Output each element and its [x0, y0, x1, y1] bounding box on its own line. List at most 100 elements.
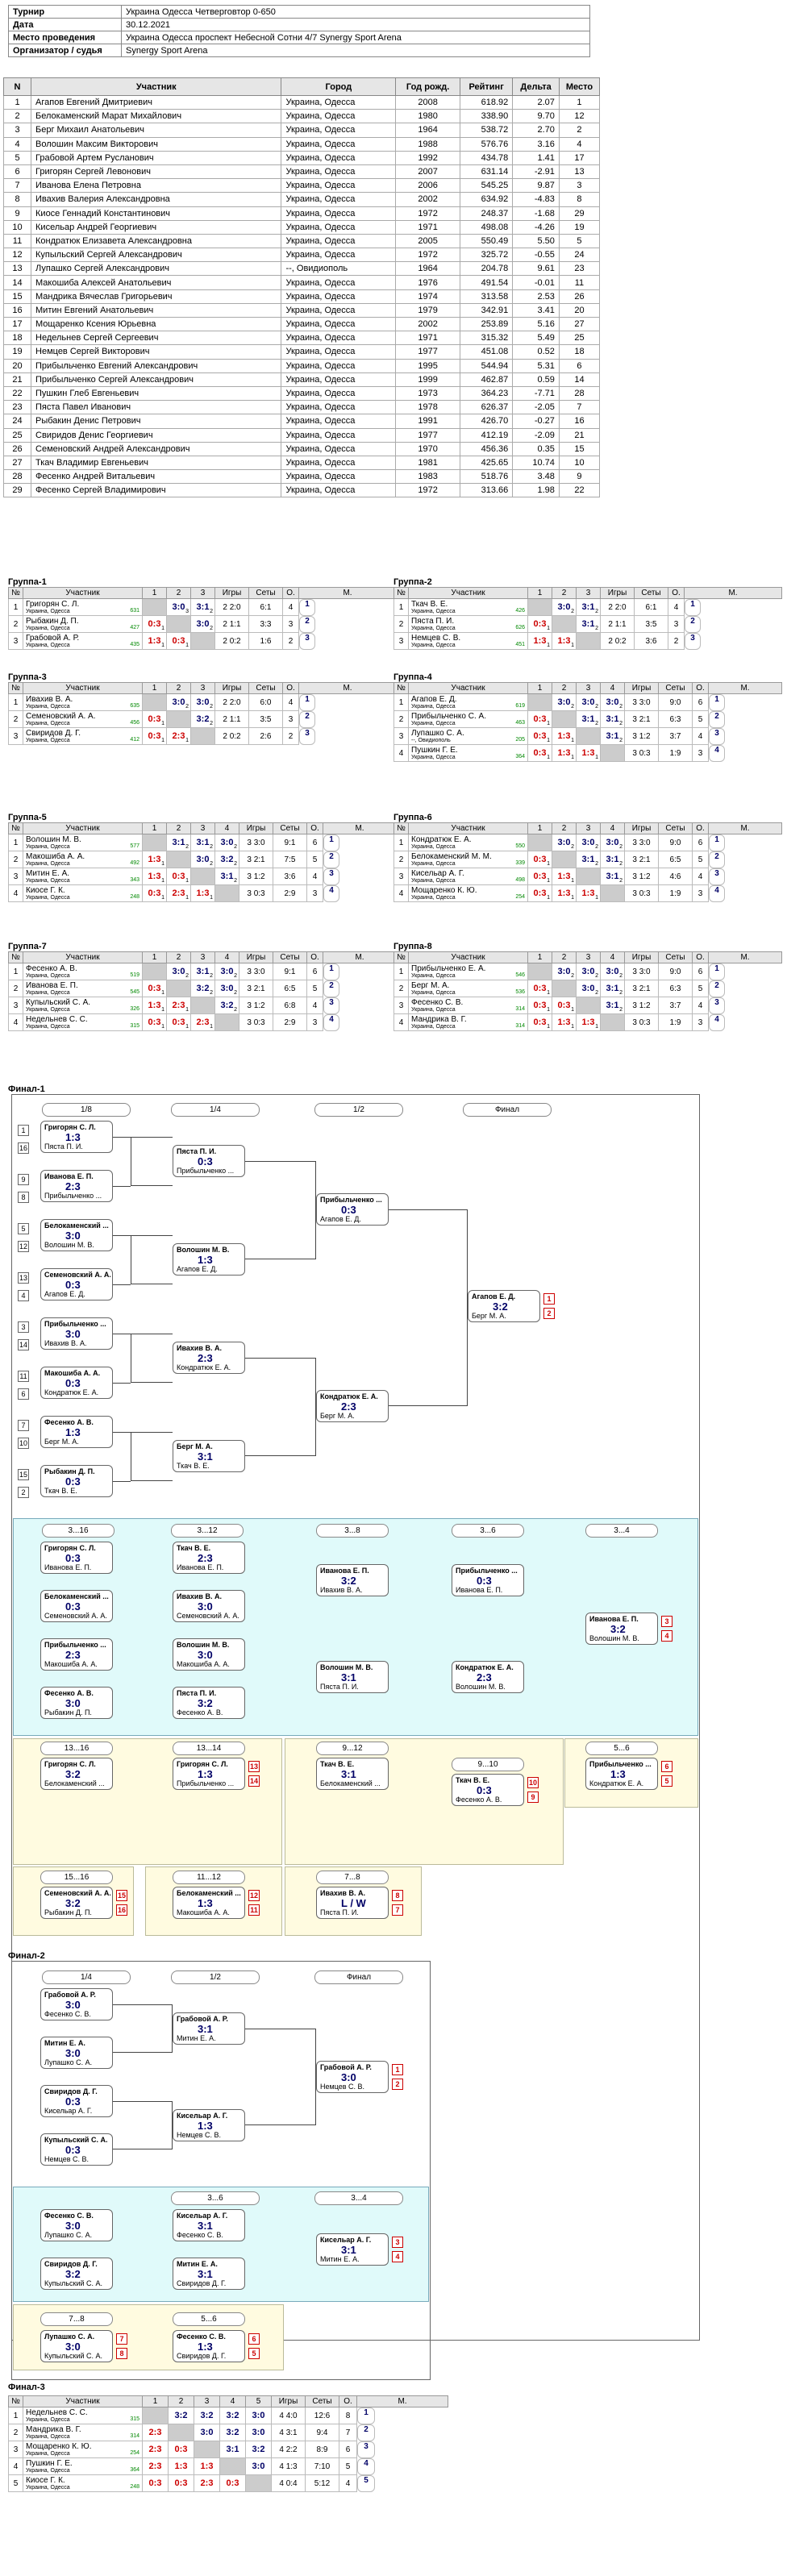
match-points: 2: [619, 861, 623, 867]
match-score: 1:3: [65, 1426, 81, 1438]
table-cell: -7.71: [512, 385, 560, 402]
player-name: Пяста П. И.: [411, 616, 455, 626]
player-name: Ивахив В. А.: [26, 694, 73, 704]
table-row: 20 Прибыльченко Евгений Александрович Укра…: [2, 358, 601, 373]
table-cell: 3.16: [512, 136, 560, 152]
final2-title: Финал-2: [8, 1951, 45, 1961]
score-value: 3:1: [581, 714, 595, 724]
player-name: Ткач В. Е.: [411, 599, 448, 609]
place-cell: 2: [709, 710, 725, 728]
table-row: 1 Агапов Евгений Дмитриевич Украина, Одесс…: [2, 94, 601, 110]
group-row: 3 Грабовой А. Р. Украина, Одесса 435 1:3 1 0:3…: [8, 632, 397, 650]
match-score: 1:3 1: [142, 632, 167, 650]
match-top-player: Митин Е. А.: [44, 2039, 85, 2047]
table-row: 9 Киосе Геннадий Константинович Украина, О…: [2, 206, 601, 221]
column-header: №: [394, 682, 409, 694]
match-top-player: Кисельар А. Г.: [320, 2236, 372, 2244]
table-cell: 1977: [395, 344, 460, 360]
sets-cell: 6:3: [658, 710, 693, 728]
round-1-8-match: Прибыльченко ... 3:0 Ивахив В. А.: [40, 1317, 113, 1350]
sets-cell: 6:5: [273, 980, 307, 997]
table-cell: Украина, Одесса: [281, 302, 397, 318]
match-top-player: Берг М. А.: [177, 1442, 213, 1450]
match-points: 2: [210, 990, 213, 996]
match-score: 3:2: [194, 2407, 220, 2424]
sets-cell: 6:1: [634, 598, 668, 616]
row-number: 3: [8, 632, 23, 650]
table-cell: Рыбакин Денис Петрович: [31, 414, 282, 429]
match-score: 1:3: [194, 2457, 220, 2475]
table-cell: 5.16: [512, 316, 560, 332]
round-1-2-match: Прибыльченко ... 0:3 Агапов Е. Д.: [316, 1193, 389, 1226]
score-value: 3:1: [581, 602, 595, 612]
match-points: 1: [547, 861, 550, 867]
match-score: 0:3 1: [527, 997, 552, 1014]
bracket-line: [131, 1137, 173, 1186]
self-cell: [600, 744, 625, 762]
player-name: Киосе Г. К.: [26, 2475, 65, 2485]
column-header: М.: [708, 682, 782, 694]
match-points: 1: [161, 1024, 164, 1030]
match-bottom-player: Кондратюк Е. А.: [589, 1779, 644, 1787]
info-key: Турнир: [8, 5, 122, 19]
match-score: 3:0 2: [190, 693, 215, 711]
match-score: 0:3 1: [527, 1013, 552, 1031]
column-header: О.: [282, 587, 299, 599]
match-score: 0:3: [341, 1204, 356, 1216]
match-score: 3:2: [65, 1897, 81, 1909]
round-3-4-match: Кисельар А. Г. 3:1 Митин Е. А.: [316, 2233, 389, 2266]
match-score: 3:0: [65, 1999, 81, 2011]
table-cell: Недельнев Сергей Сергеевич: [31, 331, 282, 346]
self-cell: [142, 834, 167, 851]
table-cell: 26: [2, 441, 32, 456]
column-header: 3: [576, 951, 601, 963]
table-cell: Украина, Одесса: [281, 385, 397, 402]
round-header: 3...6: [171, 2191, 260, 2205]
match-points: 2: [234, 861, 237, 867]
seed-number: 15: [18, 1469, 29, 1480]
column-header: N: [2, 77, 32, 96]
match-score: 0:3 1: [142, 884, 167, 902]
table-cell: 22: [558, 483, 601, 498]
placement-match: Ивахив В. А. L / W Пяста П. И.: [316, 1887, 389, 1919]
score-value: 3:0: [581, 967, 595, 976]
group-row: 3 Кисельар А. Г. Украина, Одесса 498 0:3 1 1:3…: [394, 868, 782, 885]
bracket-line: [389, 1209, 468, 1406]
table-cell: Иванова Елена Петровна: [31, 178, 282, 194]
points-cell: 4: [282, 693, 299, 711]
sets-cell: 3:7: [658, 997, 693, 1014]
group-row: 3 Купыльский С. А. Украина, Одесса 326 1:3 1 2…: [8, 997, 397, 1014]
table-cell: Белокаменский Марат Михайлович: [31, 109, 282, 124]
seed-number: 7: [18, 1420, 29, 1431]
table-cell: 14: [2, 275, 32, 290]
table-cell: 11: [558, 275, 601, 290]
table-cell: Украина, Одесса: [281, 123, 397, 138]
table-row: 19 Немцев Сергей Викторович Украина, Одесс…: [2, 344, 601, 360]
place-badge: 9: [527, 1792, 539, 1803]
match-bottom-player: Фесенко А. В.: [177, 1708, 223, 1717]
table-cell: Семеновский Андрей Александрович: [31, 441, 282, 456]
table-cell: 17: [558, 150, 601, 165]
group-2-table: № Участник 1 2 3 Игры Сеты О. М. 1 Ткач В. Е. Украи…: [394, 587, 782, 650]
table-cell: 9.61: [512, 261, 560, 277]
player-city: Украина, Одесса: [26, 2433, 70, 2440]
table-cell: Украина, Одесса: [281, 136, 397, 152]
points-cell: 3: [668, 615, 685, 633]
table-cell: -2.05: [512, 400, 560, 415]
table-cell: 325.72: [459, 248, 514, 263]
round-1-4-match: Свиридов Д. Г. 0:3 Кисельар А. Г.: [40, 2085, 113, 2117]
column-header: 3: [576, 587, 601, 599]
table-cell: 20: [2, 358, 32, 373]
table-cell: 1988: [395, 136, 460, 152]
sets-cell: 7:10: [305, 2457, 339, 2475]
group-title: Группа-7: [8, 942, 47, 951]
column-header: Сеты: [634, 587, 668, 599]
table-cell: 1971: [395, 219, 460, 235]
table-row: 25 Свиридов Денис Георгиевич Украина, Одес…: [2, 427, 601, 443]
player-cell: Киосе Г. К. Украина, Одесса 248: [23, 884, 143, 902]
place-cell: 2: [357, 2424, 375, 2441]
table-cell: -0.01: [512, 275, 560, 290]
table-cell: Макошиба Алексей Анатольевич: [31, 275, 282, 290]
score-value: 3:0: [606, 697, 619, 707]
match-points: 1: [161, 990, 164, 996]
